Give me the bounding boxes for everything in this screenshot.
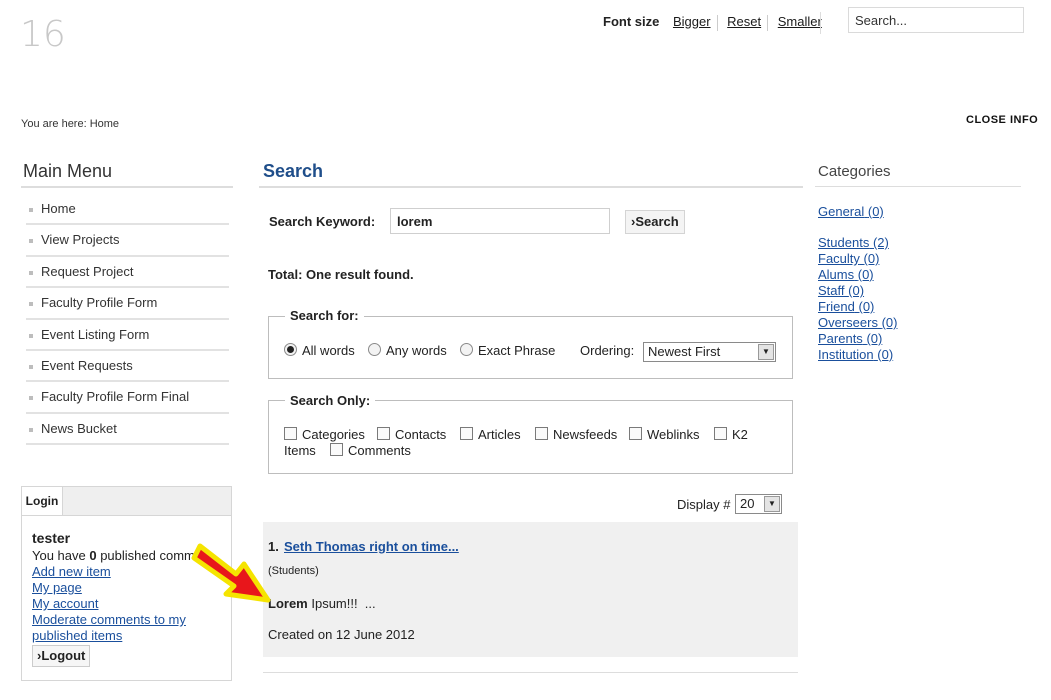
radio-icon [368,343,381,356]
site-search-input[interactable]: Search... [848,7,1024,33]
add-new-item-link[interactable]: Add new item [32,564,111,579]
category-link-institution[interactable]: Institution (0) [818,347,893,362]
checkbox-icon [460,427,473,440]
category-link-faculty[interactable]: Faculty (0) [818,251,879,266]
category-link-parents[interactable]: Parents (0) [818,331,882,346]
category-link-friend[interactable]: Friend (0) [818,299,874,314]
checkbox-icon [284,427,297,440]
divider [820,12,821,34]
chevron-down-icon: ▼ [764,496,780,512]
divider [259,186,803,188]
display-count-label: Display # [677,497,731,512]
radio-icon [460,343,473,356]
radio-icon [284,343,297,356]
main-menu: Home View Projects Request Project Facul… [26,194,229,446]
logout-button[interactable]: ›Logout [32,645,91,667]
menu-item-news-bucket[interactable]: News Bucket [26,414,229,446]
menu-item-view-projects[interactable]: View Projects [26,225,229,257]
tab-login[interactable]: Login [22,487,63,515]
radio-any-words[interactable]: Any words [368,343,447,358]
checkbox-icon [535,427,548,440]
category-link-staff[interactable]: Staff (0) [818,283,864,298]
result-snippet: Lorem Ipsum!!! ... [268,596,376,611]
category-link-alums[interactable]: Alums (0) [818,267,874,282]
search-keyword-label: Search Keyword: [269,214,376,229]
site-logo-number: 16 [20,14,66,55]
published-comments-text: You have 0 published comm [32,548,195,563]
ordering-select[interactable]: Newest First ▼ [643,342,776,362]
checkbox-k2-items[interactable]: K2 [714,427,748,442]
k2-items-label-line2: Items [284,443,316,458]
font-size-label: Font size [603,14,660,29]
checkbox-icon [330,443,343,456]
checkbox-weblinks[interactable]: Weblinks [629,427,700,442]
font-size-controls: Font size Bigger Reset Smaller [603,14,826,31]
ordering-label: Ordering: [580,343,635,358]
results-total: Total: One result found. [268,267,414,282]
menu-item-event-requests[interactable]: Event Requests [26,351,229,383]
checkbox-contacts[interactable]: Contacts [377,427,446,442]
font-reset-link[interactable]: Reset [727,14,761,29]
close-info-button[interactable]: CLOSE INFO [966,114,1038,126]
red-arrow-icon [191,543,271,603]
search-button[interactable]: ›Search [625,210,685,234]
menu-item-faculty-profile-form-final[interactable]: Faculty Profile Form Final [26,382,229,414]
search-only-legend: Search Only: [285,393,376,408]
checkbox-icon [629,427,642,440]
divider [716,14,718,31]
page-title: Search [263,161,324,181]
search-keyword-input[interactable]: lorem [390,208,610,234]
radio-all-words[interactable]: All words [284,343,355,358]
divider [815,186,1021,187]
moderate-comments-link-line2[interactable]: published items [32,628,122,643]
main-menu-title: Main Menu [23,161,113,181]
search-for-legend: Search for: [285,308,364,323]
breadcrumb: You are here: Home [21,118,120,130]
moderate-comments-link[interactable]: Moderate comments to my [32,612,186,627]
font-bigger-link[interactable]: Bigger [673,14,711,29]
menu-item-home[interactable]: Home [26,194,229,226]
categories-title: Categories [818,163,891,180]
checkbox-newsfeeds[interactable]: Newsfeeds [535,427,617,442]
username: tester [32,530,71,546]
category-link-general[interactable]: General (0) [818,204,884,219]
category-link-overseers[interactable]: Overseers (0) [818,315,897,330]
checkbox-comments[interactable]: Comments [330,443,411,458]
checkbox-icon [714,427,727,440]
category-link-students[interactable]: Students (2) [818,235,889,250]
divider [21,186,233,188]
menu-item-event-listing-form[interactable]: Event Listing Form [26,320,229,351]
radio-exact-phrase[interactable]: Exact Phrase [460,343,555,358]
menu-item-request-project[interactable]: Request Project [26,257,229,289]
menu-item-faculty-profile-form[interactable]: Faculty Profile Form [26,288,229,320]
checkbox-icon [377,427,390,440]
my-account-link[interactable]: My account [32,596,98,611]
result-created-date: Created on 12 June 2012 [268,627,415,642]
font-smaller-link[interactable]: Smaller [778,14,822,29]
divider [767,14,769,31]
display-count-select[interactable]: 20 ▼ [735,494,782,514]
chevron-down-icon: ▼ [758,344,774,360]
divider [263,672,798,673]
checkbox-categories[interactable]: Categories [284,427,365,442]
search-result: 1. Seth Thomas right on time... (Student… [263,522,798,657]
checkbox-articles[interactable]: Articles [460,427,521,442]
result-title-link[interactable]: Seth Thomas right on time... [284,539,459,554]
my-page-link[interactable]: My page [32,580,82,595]
